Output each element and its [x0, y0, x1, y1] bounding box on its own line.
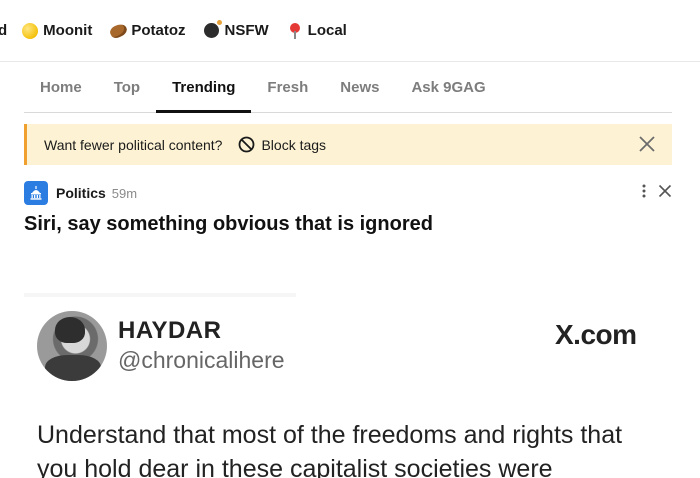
channel-label: Moonit — [43, 22, 93, 39]
tweet-source: X.com — [555, 319, 637, 350]
post-actions — [642, 184, 672, 198]
tweet-author-handle: @chronicalihere — [118, 347, 285, 373]
tab-home[interactable]: Home — [24, 62, 98, 112]
pin-icon — [286, 22, 304, 40]
capitol-icon — [30, 186, 42, 200]
tweet-author-name: HAYDAR — [118, 317, 222, 344]
channel-item-potatoz[interactable]: Potatoz — [108, 21, 186, 40]
tab-top[interactable]: Top — [98, 62, 156, 112]
tweet-text: Understand that most of the freedoms and… — [37, 421, 623, 478]
more-options-icon[interactable] — [642, 184, 646, 198]
section-name[interactable]: Politics — [56, 185, 106, 201]
channel-label: Potatoz — [131, 22, 186, 39]
channel-label: NSFW — [224, 22, 269, 39]
tab-ask-9gag[interactable]: Ask 9GAG — [395, 62, 501, 112]
feed-tabs: Home Top Trending Fresh News Ask 9GAG — [24, 62, 672, 113]
close-icon[interactable] — [638, 135, 656, 153]
post-title[interactable]: Siri, say something obvious that is igno… — [24, 213, 433, 236]
bomb-icon — [203, 20, 222, 40]
image-top-edge — [24, 293, 296, 297]
tab-news[interactable]: News — [324, 62, 395, 112]
post-image[interactable]: HAYDAR @chronicalihere X.com Understand … — [24, 285, 672, 478]
block-icon — [239, 136, 255, 153]
channel-item-nsfw[interactable]: NSFW — [203, 20, 269, 40]
channel-label: Local — [307, 22, 347, 39]
banner-message: Want fewer political content? — [44, 136, 223, 153]
channel-item-local[interactable]: Local — [286, 22, 347, 40]
channel-item-partial[interactable]: d — [0, 22, 7, 39]
avatar — [37, 311, 107, 381]
political-content-banner: Want fewer political content? Block tags — [24, 124, 672, 165]
potato-icon — [108, 21, 129, 40]
tab-trending[interactable]: Trending — [156, 62, 252, 113]
post-header: Politics 59m — [24, 180, 672, 206]
politics-section-icon[interactable] — [24, 181, 48, 205]
channel-label: d — [0, 22, 7, 39]
channel-bar: d Moonit Potatoz NSFW Local — [0, 0, 700, 62]
tab-fresh[interactable]: Fresh — [251, 62, 324, 112]
channel-item-moonit[interactable]: Moonit — [21, 22, 92, 40]
dismiss-post-icon[interactable] — [658, 184, 672, 198]
post-time: 59m — [111, 185, 138, 201]
block-tags-button[interactable]: Block tags — [238, 136, 326, 153]
block-tags-label: Block tags — [261, 136, 327, 153]
moon-icon — [21, 22, 39, 40]
